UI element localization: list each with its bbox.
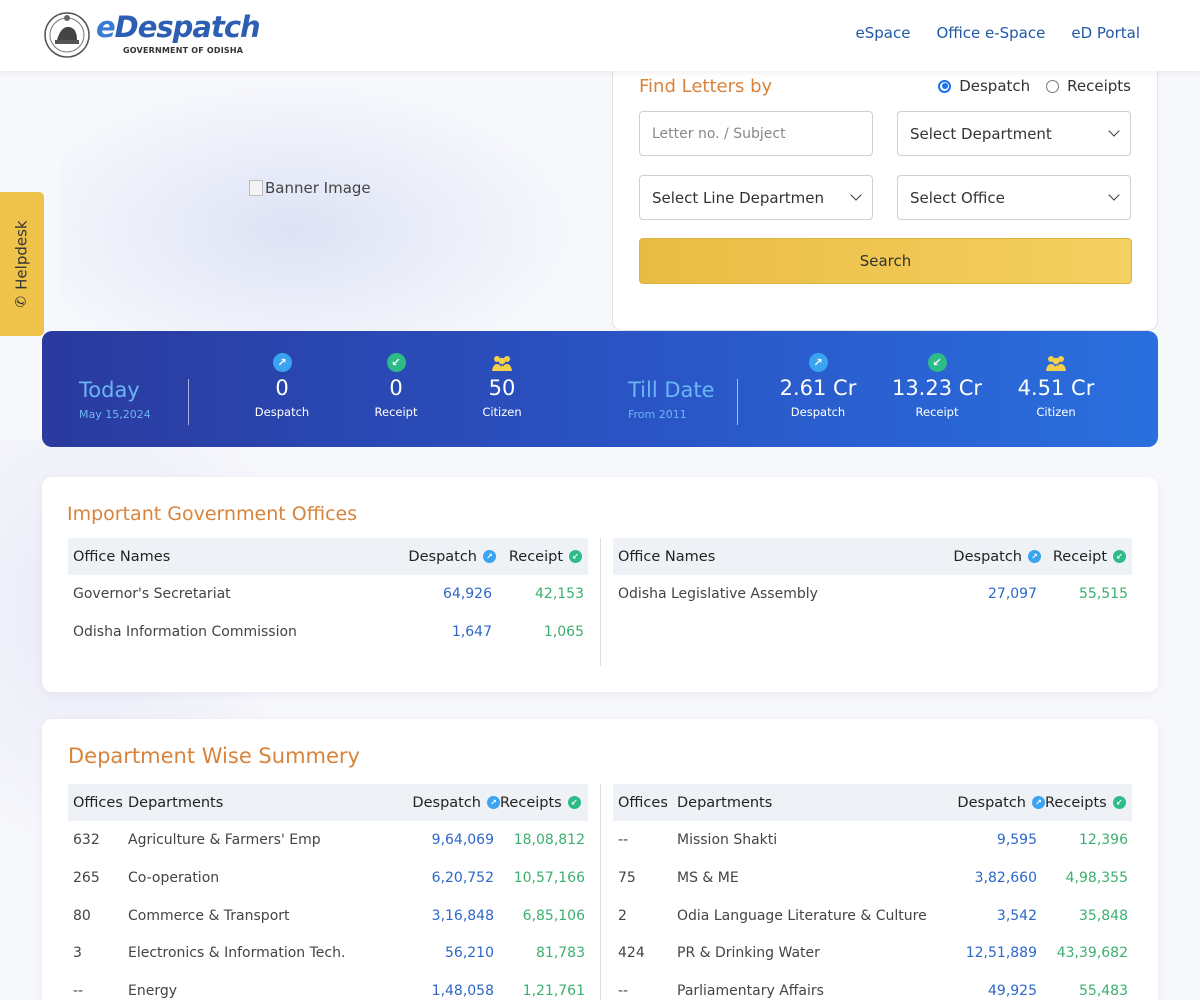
arrow-up-right-icon: ↗ [1028,550,1041,563]
today-label: Today [79,378,140,402]
edespatch-logo[interactable]: eDespatch [96,10,261,44]
letter-subject-input[interactable]: Letter no. / Subject [639,111,873,156]
arrow-down-left-icon: ↙ [1112,796,1126,809]
radio-despatch-input[interactable] [938,79,952,93]
stat-today-receipt: ↙ 0 Receipt [346,353,446,419]
arrow-down-left-icon: ↙ [569,550,582,563]
table-row[interactable]: 3 Electronics & Information Tech. 56,210… [68,934,588,972]
today-date: May 15,2024 [79,408,151,421]
till-date-from: From 2011 [628,408,687,421]
arrow-up-right-icon: ↗ [483,550,496,563]
divider [188,379,189,425]
helpdesk-label: Helpdesk [13,220,31,290]
logo-subtitle: GOVERNMENT OF ODISHA [123,46,244,55]
radio-receipts-input[interactable] [1046,79,1060,93]
letter-type-radio-group: Despatch Receipts [938,77,1131,95]
table-row[interactable]: -- Mission Shakti 9,595 12,396 [613,821,1132,859]
table-row[interactable]: 632 Agriculture & Farmers' Emp 9,64,069 … [68,821,588,859]
stat-till-citizen: 4.51 Cr Citizen [1006,353,1106,419]
nav-office-espace[interactable]: Office e-Space [936,24,1045,42]
arrow-down-left-icon: ↙ [386,353,406,372]
table-row[interactable]: Odisha Information Commission 1,647 1,06… [68,613,588,651]
table-row[interactable]: Odisha Legislative Assembly 27,097 55,51… [613,575,1132,613]
broken-image-icon [249,180,263,196]
chevron-down-icon [1108,189,1120,201]
stat-till-receipt: ↙ 13.23 Cr Receipt [887,353,987,419]
nav-espace[interactable]: eSpace [855,24,910,42]
table-header: Offices Departments Despatch ↗ Receipts ↙ [613,784,1132,821]
department-summary-card: Department Wise Summery Offices Departme… [42,719,1158,1000]
table-row[interactable]: 75 MS & ME 3,82,660 4,98,355 [613,859,1132,897]
helpdesk-tab[interactable]: ✆ Helpdesk [0,192,44,336]
users-icon [490,353,514,372]
departments-table-right: Offices Departments Despatch ↗ Receipts ↙ … [613,784,1132,1000]
arrow-up-right-icon: ↗ [272,353,292,372]
table-row[interactable]: 265 Co-operation 6,20,752 10,57,166 [68,859,588,897]
header: eDespatch GOVERNMENT OF ODISHA eSpace Of… [0,0,1200,71]
odisha-emblem-logo[interactable] [43,10,91,60]
offices-table-right: Office Names Despatch ↗ Receipt ↙ Odisha L… [613,538,1132,613]
divider [737,379,738,425]
arrow-down-left-icon: ↙ [927,353,947,372]
table-row[interactable]: -- Parliamentary Affairs 49,925 55,483 [613,972,1132,1000]
find-letters-title: Find Letters by [639,76,773,97]
banner-alt-text: Banner Image [265,179,371,197]
table-row[interactable]: -- Energy 1,48,058 1,21,761 [68,972,588,1000]
arrow-up-right-icon: ↗ [808,353,828,372]
search-panel: Find Letters by Despatch Receipts Letter… [612,60,1158,331]
arrow-up-right-icon: ↗ [1032,796,1045,809]
column-divider [600,784,601,1000]
banner-image: Banner Image [249,179,371,197]
select-department[interactable]: Select Department [897,111,1131,156]
table-row[interactable]: 424 PR & Drinking Water 12,51,889 43,39,… [613,934,1132,972]
arrow-up-right-icon: ↗ [487,796,500,809]
important-offices-title: Important Government Offices [67,503,358,525]
departments-table-left: Offices Departments Despatch ↗ Receipts ↙ … [68,784,588,1000]
table-row[interactable]: 2 Odia Language Literature & Culture 3,5… [613,897,1132,934]
select-line-department[interactable]: Select Line Departmen [639,175,873,220]
arrow-down-left-icon: ↙ [1113,550,1126,563]
important-offices-card: Important Government Offices Office Name… [42,477,1158,692]
stat-today-citizen: 50 Citizen [452,353,552,419]
offices-table-left: Office Names Despatch ↗ Receipt ↙ Governor… [68,538,588,651]
chevron-down-icon [850,189,862,201]
phone-icon: ✆ [14,295,30,308]
table-row[interactable]: Governor's Secretariat 64,926 42,153 [68,575,588,613]
search-button[interactable]: Search [639,238,1132,284]
department-summary-title: Department Wise Summery [68,744,360,768]
table-header: Office Names Despatch ↗ Receipt ↙ [613,538,1132,575]
top-nav: eSpace Office e-Space eD Portal [855,24,1140,42]
stat-till-despatch: ↗ 2.61 Cr Despatch [768,353,868,419]
users-icon [1044,353,1068,372]
stats-band: Today May 15,2024 ↗ 0 Despatch ↙ 0 Recei… [42,331,1158,447]
select-office[interactable]: Select Office [897,175,1131,220]
nav-ed-portal[interactable]: eD Portal [1071,24,1140,42]
stat-today-despatch: ↗ 0 Despatch [232,353,332,419]
radio-despatch[interactable]: Despatch [938,77,1030,95]
arrow-down-left-icon: ↙ [567,796,581,809]
till-date-label: Till Date [628,378,715,402]
column-divider [600,538,601,666]
chevron-down-icon [1108,125,1120,137]
radio-receipts[interactable]: Receipts [1046,77,1131,95]
table-header: Office Names Despatch ↗ Receipt ↙ [68,538,588,575]
table-row[interactable]: 80 Commerce & Transport 3,16,848 6,85,10… [68,897,588,934]
table-header: Offices Departments Despatch ↗ Receipts ↙ [68,784,588,821]
